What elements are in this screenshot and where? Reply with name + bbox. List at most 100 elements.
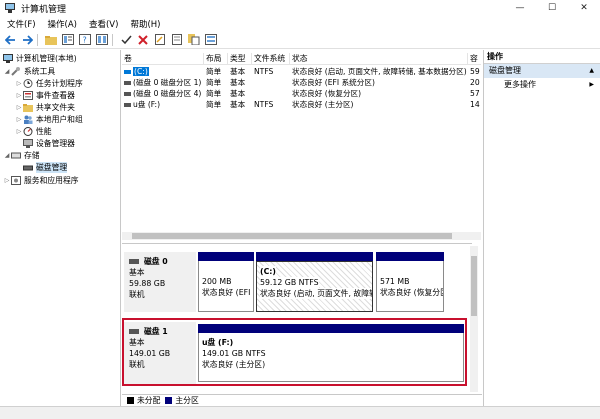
- toolbar-separator: [112, 33, 113, 46]
- tree-item-storage[interactable]: ◢ 存储: [3, 149, 40, 161]
- collapsed-arrow-icon[interactable]: ▷: [15, 80, 23, 87]
- delete-icon[interactable]: [136, 33, 150, 47]
- volume-list: 卷 布局 类型 文件系统 状态 容 (C:) 简单 基本 NTFS 状态良好 (…: [122, 50, 481, 240]
- cell-type: 基本: [230, 67, 246, 76]
- submenu-arrow-icon: ▶: [589, 81, 594, 88]
- collapsed-arrow-icon[interactable]: ▷: [15, 128, 23, 135]
- cell-volume: u盘 (F:): [133, 100, 161, 109]
- column-header-capacity[interactable]: 容: [468, 53, 481, 65]
- legend-unallocated: 未分配: [137, 396, 161, 405]
- table-row[interactable]: (磁盘 0 磁盘分区 4) 简单 基本 状态良好 (恢复分区) 57: [122, 88, 481, 99]
- tree-item-performance[interactable]: ▷ 性能: [15, 125, 52, 137]
- collapsed-arrow-icon[interactable]: ▷: [15, 116, 23, 123]
- collapsed-arrow-icon[interactable]: ▷: [15, 92, 23, 99]
- volume-icon: [124, 70, 131, 74]
- tree-item-root[interactable]: 计算机管理(本地): [3, 52, 77, 64]
- partition-efi[interactable]: 200 MB 状态良好 (EFI: [198, 252, 254, 312]
- tree-item-task-scheduler[interactable]: ▷ 任务计划程序: [15, 77, 83, 89]
- actions-header: 操作: [484, 50, 600, 64]
- tree-item-system-tools[interactable]: ◢ 系统工具: [3, 65, 55, 77]
- check-icon[interactable]: [119, 33, 133, 47]
- disk-0-info[interactable]: 磁盘 0 基本 59.88 GB 联机: [124, 252, 196, 312]
- tree-label-storage: 存储: [24, 150, 40, 160]
- partition-size: 59.12 GB NTFS: [260, 277, 319, 288]
- list-horizontal-scrollbar[interactable]: [122, 232, 481, 240]
- more-actions-label: 更多操作: [504, 80, 536, 89]
- collapsed-arrow-icon[interactable]: ▷: [3, 177, 11, 184]
- disk-view-vertical-scrollbar[interactable]: [470, 246, 478, 392]
- settings-icon[interactable]: [204, 33, 218, 47]
- tree-item-event-viewer[interactable]: ▷ 事件查看器: [15, 89, 75, 101]
- column-header-layout[interactable]: 布局: [204, 53, 228, 65]
- computer-icon: [3, 53, 13, 63]
- partition-recovery[interactable]: 571 MB 状态良好 (恢复分区: [376, 252, 444, 312]
- cell-status: 状态良好 (EFI 系统分区): [292, 78, 375, 87]
- shared-folder-icon: [23, 103, 33, 112]
- scrollbar-thumb[interactable]: [471, 256, 477, 316]
- navigation-tree: 计算机管理(本地) ◢ 系统工具 ▷ 任务计划程序 ▷ 事件查看器 ▷ 共享文件…: [0, 50, 121, 406]
- services-icon: [11, 175, 21, 185]
- maximize-button[interactable]: ☐: [536, 0, 568, 16]
- column-header-type[interactable]: 类型: [228, 53, 252, 65]
- cell-filesystem: NTFS: [254, 100, 274, 109]
- cell-filesystem: [252, 88, 290, 99]
- partition-bar: [376, 252, 444, 261]
- menu-file[interactable]: 文件(F): [2, 18, 41, 30]
- menu-action[interactable]: 操作(A): [43, 18, 82, 30]
- status-bar: [0, 406, 600, 419]
- disk-1-highlight-box: [122, 318, 467, 386]
- table-row[interactable]: u盘 (F:) 简单 基本 NTFS 状态良好 (主分区) 14: [122, 99, 481, 110]
- expanded-arrow-icon[interactable]: ◢: [3, 152, 11, 159]
- properties-icon[interactable]: [61, 33, 75, 47]
- export-icon[interactable]: [95, 33, 109, 47]
- collapsed-arrow-icon[interactable]: ▷: [15, 104, 23, 111]
- menu-help[interactable]: 帮助(H): [125, 18, 165, 30]
- minimize-button[interactable]: —: [504, 0, 536, 16]
- users-icon: [23, 115, 33, 124]
- folder-up-icon[interactable]: [44, 33, 58, 47]
- disk-0-type: 基本: [129, 268, 145, 277]
- tree-item-device-manager[interactable]: 设备管理器: [23, 137, 75, 149]
- device-manager-icon: [23, 138, 33, 148]
- forward-icon[interactable]: [20, 33, 34, 47]
- close-button[interactable]: ✕: [568, 0, 600, 16]
- partition-bar: [198, 252, 254, 261]
- cell-volume: (磁盘 0 磁盘分区 4): [133, 89, 202, 98]
- help-icon[interactable]: ?: [78, 33, 92, 47]
- menu-view[interactable]: 查看(V): [84, 18, 123, 30]
- column-header-status[interactable]: 状态: [290, 53, 468, 65]
- window-title: 计算机管理: [21, 4, 67, 15]
- tree-label-services: 服务和应用程序: [24, 175, 79, 185]
- back-icon[interactable]: [3, 33, 17, 47]
- legend-primary: 主分区: [175, 396, 199, 405]
- tree-item-disk-management[interactable]: 磁盘管理: [23, 161, 68, 173]
- actions-section-disk-management[interactable]: 磁盘管理 ▲: [484, 64, 600, 78]
- title-bar: 计算机管理 — ☐ ✕: [0, 0, 600, 16]
- partition-label: (C:): [260, 266, 276, 277]
- open-icon[interactable]: [170, 33, 184, 47]
- cell-capacity: 20: [470, 78, 480, 87]
- tree-item-local-users[interactable]: ▷ 本地用户和组: [15, 113, 83, 125]
- table-row[interactable]: (磁盘 0 磁盘分区 1) 简单 基本 状态良好 (EFI 系统分区) 20: [122, 77, 481, 88]
- cell-filesystem: NTFS: [254, 67, 274, 76]
- tree-label-disk-management: 磁盘管理: [36, 161, 68, 173]
- expanded-arrow-icon[interactable]: ◢: [3, 68, 11, 75]
- cell-status: 状态良好 (恢复分区): [292, 89, 362, 98]
- tree-item-services[interactable]: ▷ 服务和应用程序: [3, 174, 79, 186]
- more-actions-item[interactable]: 更多操作 ▶: [484, 78, 600, 92]
- column-header-filesystem[interactable]: 文件系统: [252, 53, 290, 65]
- collapse-up-icon[interactable]: ▲: [589, 64, 594, 78]
- scrollbar-thumb[interactable]: [132, 233, 452, 239]
- computer-management-icon: [4, 3, 16, 13]
- tree-item-shared-folders[interactable]: ▷ 共享文件夹: [15, 101, 75, 113]
- save-icon[interactable]: [187, 33, 201, 47]
- partition-c[interactable]: (C:) 59.12 GB NTFS 状态良好 (启动, 页面文件, 故障转: [256, 252, 373, 312]
- cell-capacity: 57: [470, 89, 480, 98]
- table-row[interactable]: (C:) 简单 基本 NTFS 状态良好 (启动, 页面文件, 故障转储, 基本…: [122, 66, 481, 77]
- column-header-volume[interactable]: 卷: [122, 53, 204, 65]
- cell-volume: (C:): [133, 67, 149, 76]
- tree-label-task-scheduler: 任务计划程序: [36, 78, 83, 88]
- cell-capacity: 59: [470, 67, 480, 76]
- tree-label-performance: 性能: [36, 126, 52, 136]
- edit-icon[interactable]: [153, 33, 167, 47]
